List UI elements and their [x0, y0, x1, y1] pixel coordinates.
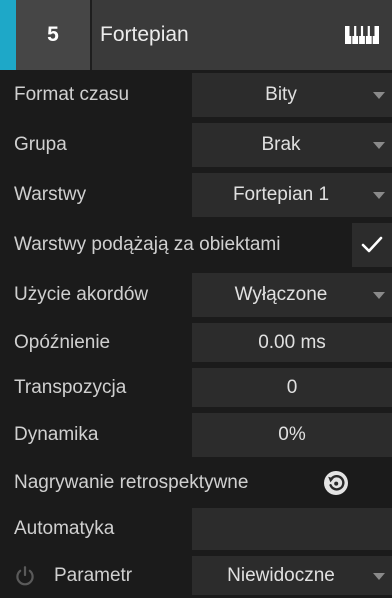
- dynamics-value: 0%: [278, 424, 306, 445]
- layers-dropdown[interactable]: Fortepian 1: [192, 173, 392, 217]
- parameter-row: Parametr Niewidoczne: [0, 553, 392, 598]
- group-value: Brak: [261, 134, 301, 155]
- chevron-down-icon: [373, 192, 385, 199]
- track-inspector-panel: 5 Fortepian Format czasu Bity Grupa Brak: [0, 0, 392, 598]
- transpose-value: 0: [286, 376, 298, 398]
- check-icon: [361, 236, 383, 253]
- delay-row: Opóźnienie 0.00 ms: [0, 320, 392, 365]
- dynamics-field[interactable]: 0%: [192, 413, 392, 457]
- transpose-row: Transpozycja 0: [0, 365, 392, 410]
- track-header[interactable]: 5 Fortepian: [0, 0, 392, 70]
- time-format-label: Format czasu: [14, 84, 130, 105]
- automation-label: Automatyka: [14, 518, 115, 539]
- retro-record-label: Nagrywanie retrospektywne: [14, 471, 249, 493]
- history-icon[interactable]: [323, 470, 349, 496]
- power-icon[interactable]: [14, 565, 36, 587]
- group-row: Grupa Brak: [0, 120, 392, 170]
- chord-usage-value: Wyłączone: [234, 284, 328, 305]
- chevron-down-icon: [373, 572, 385, 580]
- piano-keyboard-icon: [345, 26, 379, 44]
- time-format-dropdown[interactable]: Bity: [192, 73, 392, 117]
- track-number: 5: [47, 23, 59, 46]
- layers-row: Warstwy Fortepian 1: [0, 170, 392, 220]
- layers-value: Fortepian 1: [232, 184, 330, 205]
- group-dropdown[interactable]: Brak: [192, 123, 392, 167]
- delay-label: Opóźnienie: [14, 331, 111, 353]
- parameter-label: Parametr: [54, 564, 133, 586]
- parameter-value: Niewidoczne: [227, 564, 335, 586]
- layers-follow-checkbox[interactable]: [352, 223, 392, 267]
- parameter-dropdown[interactable]: Niewidoczne: [192, 556, 392, 595]
- chevron-down-icon: [373, 292, 385, 299]
- dynamics-label: Dynamika: [14, 424, 99, 445]
- chord-usage-label: Użycie akordów: [14, 284, 149, 305]
- retro-record-row: Nagrywanie retrospektywne: [0, 460, 392, 505]
- dynamics-row: Dynamika 0%: [0, 410, 392, 460]
- time-format-row: Format czasu Bity: [0, 70, 392, 120]
- chord-usage-row: Użycie akordów Wyłączone: [0, 270, 392, 320]
- delay-value: 0.00 ms: [258, 331, 326, 353]
- transpose-label: Transpozycja: [14, 376, 127, 398]
- transpose-field[interactable]: 0: [192, 368, 392, 407]
- time-format-value: Bity: [265, 84, 297, 105]
- chevron-down-icon: [373, 92, 385, 99]
- layers-follow-label: Warstwy podążają za obiektami: [14, 234, 281, 255]
- group-label: Grupa: [14, 134, 67, 155]
- layers-label: Warstwy: [14, 184, 87, 205]
- automation-field[interactable]: [192, 508, 392, 550]
- track-color-strip: [0, 0, 16, 70]
- track-name[interactable]: Fortepian: [100, 0, 189, 70]
- automation-row: Automatyka: [0, 505, 392, 553]
- chord-usage-dropdown[interactable]: Wyłączone: [192, 273, 392, 317]
- delay-field[interactable]: 0.00 ms: [192, 323, 392, 362]
- chevron-down-icon: [373, 142, 385, 149]
- layers-follow-row: Warstwy podążają za obiektami: [0, 220, 392, 270]
